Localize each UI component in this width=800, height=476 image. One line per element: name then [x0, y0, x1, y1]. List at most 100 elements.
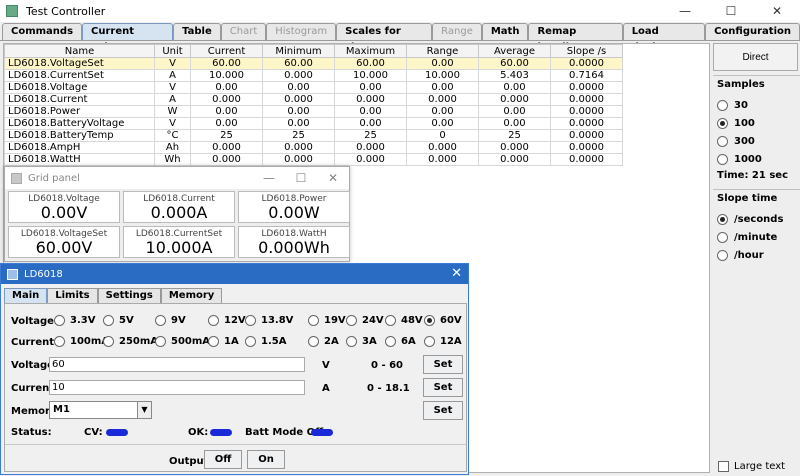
voltage-option-19v[interactable]: 19V: [308, 315, 346, 326]
radio-icon[interactable]: [717, 153, 728, 165]
radio-selected-icon[interactable]: [717, 117, 728, 129]
output-off-button[interactable]: Off: [204, 450, 242, 469]
tab-table[interactable]: Table: [173, 23, 221, 40]
column-header-current[interactable]: Current: [190, 44, 263, 58]
table-row[interactable]: LD6018.BatteryTemp °C 25 25 25 0 25 0.0000: [4, 129, 623, 142]
samples-option-100[interactable]: 100: [717, 114, 800, 132]
tab-histogram[interactable]: Histogram: [266, 23, 337, 40]
set-memory-button[interactable]: Set: [423, 401, 463, 420]
table-row[interactable]: LD6018.Voltage V 0.00 0.00 0.00 0.00 0.00 0.000…: [4, 81, 623, 94]
tab-commands[interactable]: Commands: [2, 23, 83, 40]
current-input[interactable]: 10: [49, 380, 305, 395]
radio-icon[interactable]: [717, 99, 728, 111]
voltage-option-3v3[interactable]: 3.3V: [54, 315, 95, 326]
maximize-icon[interactable]: ☐: [708, 0, 754, 22]
large-text-toggle[interactable]: Large text: [718, 461, 785, 472]
tab-chart[interactable]: Chart: [220, 23, 267, 40]
column-header-maximum[interactable]: Maximum: [334, 44, 407, 58]
radio-icon[interactable]: [245, 315, 256, 326]
current-option-3a[interactable]: 3A: [346, 336, 377, 347]
voltage-input[interactable]: 60: [49, 357, 305, 372]
close-icon[interactable]: ✕: [317, 167, 349, 189]
column-header-average[interactable]: Average: [478, 44, 551, 58]
radio-icon[interactable]: [717, 231, 728, 243]
current-option-6a[interactable]: 6A: [385, 336, 416, 347]
radio-icon[interactable]: [155, 315, 166, 326]
radio-icon[interactable]: [346, 315, 357, 326]
voltage-option-5v[interactable]: 5V: [103, 315, 134, 326]
close-icon[interactable]: ✕: [754, 0, 800, 22]
voltage-option-60v[interactable]: 60V: [424, 315, 462, 326]
samples-option-1000[interactable]: 1000: [717, 150, 800, 168]
slope-option-seconds[interactable]: /seconds: [717, 210, 800, 228]
current-option-500ma[interactable]: 500mA: [155, 336, 210, 347]
voltage-option-48v[interactable]: 48V: [385, 315, 423, 326]
radio-selected-icon[interactable]: [717, 213, 728, 225]
radio-icon[interactable]: [103, 315, 114, 326]
tab-configuration[interactable]: Configuration: [705, 23, 800, 40]
slope-option-minute[interactable]: /minute: [717, 228, 800, 246]
maximize-icon[interactable]: ☐: [285, 167, 317, 189]
table-row[interactable]: LD6018.VoltageSet V 60.00 60.00 60.00 0.00 60.…: [4, 57, 623, 70]
table-row[interactable]: LD6018.WattH Wh 0.000 0.000 0.000 0.000 0.000 0…: [4, 153, 623, 166]
radio-icon[interactable]: [208, 315, 219, 326]
direct-button[interactable]: Direct: [713, 43, 798, 71]
tab-memory[interactable]: Memory: [160, 288, 223, 303]
tab-math[interactable]: Math: [481, 23, 529, 40]
radio-icon[interactable]: [54, 336, 65, 347]
column-header-minimum[interactable]: Minimum: [262, 44, 335, 58]
radio-icon[interactable]: [308, 315, 319, 326]
current-option-100ma[interactable]: 100mA: [54, 336, 109, 347]
tab-scales-for-chart[interactable]: Scales for chart: [336, 23, 433, 53]
current-option-1a5[interactable]: 1.5A: [245, 336, 286, 347]
current-option-1a[interactable]: 1A: [208, 336, 239, 347]
radio-icon[interactable]: [717, 135, 728, 147]
current-option-250ma[interactable]: 250mA: [103, 336, 158, 347]
samples-option-30[interactable]: 30: [717, 96, 800, 114]
column-header-name[interactable]: Name: [4, 44, 155, 58]
set-voltage-button[interactable]: Set: [423, 355, 463, 374]
chevron-down-icon[interactable]: ▼: [137, 402, 151, 418]
output-on-button[interactable]: On: [247, 450, 285, 469]
tab-main[interactable]: Main: [4, 288, 48, 303]
radio-icon[interactable]: [385, 336, 396, 347]
radio-icon[interactable]: [103, 336, 114, 347]
radio-icon[interactable]: [54, 315, 65, 326]
radio-icon[interactable]: [346, 336, 357, 347]
tab-remap-handles[interactable]: Remap handles: [528, 23, 623, 53]
tab-limits[interactable]: Limits: [47, 288, 98, 303]
current-option-12a[interactable]: 12A: [424, 336, 462, 347]
tab-load-devices[interactable]: Load devices: [622, 23, 706, 53]
radio-icon[interactable]: [155, 336, 166, 347]
radio-icon[interactable]: [385, 315, 396, 326]
table-row[interactable]: LD6018.Power W 0.00 0.00 0.00 0.00 0.00 0.0000: [4, 105, 623, 118]
slope-option-hour[interactable]: /hour: [717, 246, 800, 264]
radio-selected-icon[interactable]: [424, 315, 435, 326]
radio-icon[interactable]: [245, 336, 256, 347]
radio-icon[interactable]: [308, 336, 319, 347]
set-current-button[interactable]: Set: [423, 378, 463, 397]
minimize-icon[interactable]: —: [662, 0, 708, 22]
memory-select[interactable]: M1 ▼: [49, 401, 152, 419]
table-row[interactable]: LD6018.Current A 0.000 0.000 0.000 0.000 0.000…: [4, 93, 623, 106]
minimize-icon[interactable]: —: [253, 167, 285, 189]
checkbox-icon[interactable]: [718, 461, 729, 472]
voltage-option-24v[interactable]: 24V: [346, 315, 384, 326]
voltage-option-13v8[interactable]: 13.8V: [245, 315, 293, 326]
column-header-unit[interactable]: Unit: [154, 44, 191, 58]
radio-icon[interactable]: [208, 336, 219, 347]
samples-option-300[interactable]: 300: [717, 132, 800, 150]
table-row[interactable]: LD6018.CurrentSet A 10.000 0.000 10.000 10.00…: [4, 69, 623, 82]
tab-range[interactable]: Range: [432, 23, 482, 40]
tab-current-values[interactable]: Current values: [82, 23, 174, 53]
table-row[interactable]: LD6018.AmpH Ah 0.000 0.000 0.000 0.000 0.000 0.…: [4, 141, 623, 154]
close-icon[interactable]: ✕: [451, 266, 462, 281]
column-header-slope[interactable]: Slope /s: [550, 44, 623, 58]
radio-icon[interactable]: [424, 336, 435, 347]
voltage-option-12v[interactable]: 12V: [208, 315, 246, 326]
table-row[interactable]: LD6018.BatteryVoltage V 0.00 0.00 0.00 0.00 0.…: [4, 117, 623, 130]
tab-settings[interactable]: Settings: [97, 288, 161, 303]
column-header-range[interactable]: Range: [406, 44, 479, 58]
current-option-2a[interactable]: 2A: [308, 336, 339, 347]
voltage-option-9v[interactable]: 9V: [155, 315, 186, 326]
